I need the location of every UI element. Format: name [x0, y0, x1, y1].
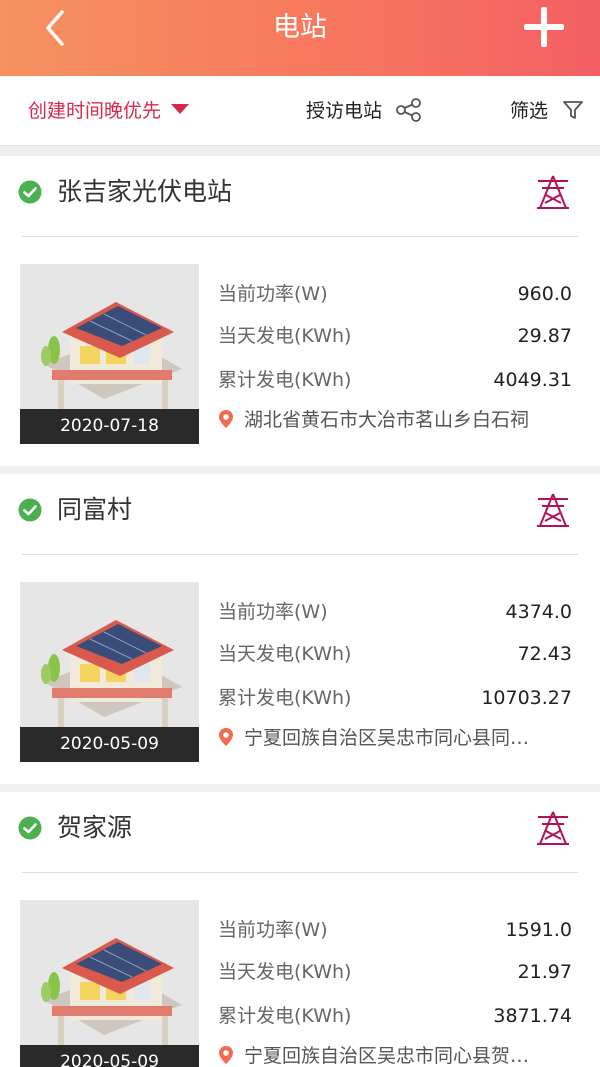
location-row: 湖北省黄石市大冶市茗山乡白石祠 — [218, 406, 578, 434]
location-pin-icon — [219, 410, 233, 428]
current-power-row: 当前功率(W) 4374.0 — [218, 598, 572, 626]
header-bar: 电站 — [0, 0, 600, 76]
today-energy-label: 当天发电(KWh) — [218, 325, 352, 347]
location-text: 湖北省黄石市大冶市茗山乡白石祠 — [244, 409, 530, 431]
today-energy-label: 当天发电(KWh) — [218, 961, 352, 983]
station-thumbnail: 2020-05-09 — [20, 582, 199, 762]
station-card[interactable]: 同富村 2020-05-09 当前功率(W) 4374.0 当天发电(KWh) 72… — [0, 474, 600, 784]
location-pin-icon — [219, 1046, 233, 1064]
divider — [22, 554, 578, 555]
total-energy-row: 累计发电(KWh) 3871.74 — [218, 1002, 572, 1030]
share-icon — [396, 98, 421, 122]
total-energy-row: 累计发电(KWh) 4049.31 — [218, 366, 572, 394]
current-power-row: 当前功率(W) 960.0 — [218, 280, 572, 308]
solar-house-image — [41, 302, 182, 410]
station-card[interactable]: 张吉家光伏电站 2020-07-18 当前功率(W) 960.0 当天发电(KWh… — [0, 156, 600, 466]
funnel-icon — [563, 101, 583, 119]
current-power-label: 当前功率(W) — [218, 601, 328, 623]
visit-stations-button[interactable]: 授访电站 — [306, 98, 422, 124]
sort-label: 创建时间晚优先 — [28, 100, 162, 122]
divider — [22, 872, 578, 873]
total-energy-value: 4049.31 — [493, 369, 572, 391]
today-energy-label: 当天发电(KWh) — [218, 643, 352, 665]
total-energy-row: 累计发电(KWh) 10703.27 — [218, 684, 572, 712]
visit-label: 授访电站 — [306, 100, 383, 122]
current-power-label: 当前功率(W) — [218, 283, 328, 305]
page-title: 电站 — [273, 12, 327, 43]
station-thumbnail: 2020-07-18 — [20, 264, 199, 444]
check-circle-icon — [18, 498, 42, 522]
location-text: 宁夏回族自治区吴忠市同心县同… — [244, 727, 530, 749]
total-energy-label: 累计发电(KWh) — [218, 369, 352, 391]
filter-label: 筛选 — [510, 100, 549, 122]
plus-icon — [524, 7, 564, 47]
station-name: 同富村 — [57, 495, 133, 524]
total-energy-value: 10703.27 — [481, 687, 572, 709]
today-energy-row: 当天发电(KWh) 72.43 — [218, 640, 572, 668]
filter-button[interactable]: 筛选 — [510, 98, 584, 124]
check-circle-icon — [18, 180, 42, 204]
divider — [22, 236, 578, 237]
check-circle-icon — [18, 816, 42, 840]
today-energy-row: 当天发电(KWh) 29.87 — [218, 322, 572, 350]
filter-bar: 创建时间晚优先 授访电站 筛选 — [0, 76, 600, 146]
today-energy-value: 21.97 — [517, 961, 572, 983]
station-thumbnail: 2020-05-09 — [20, 900, 199, 1067]
created-date: 2020-07-18 — [20, 409, 199, 444]
solar-house-image — [41, 620, 182, 728]
power-tower-icon[interactable] — [534, 491, 572, 529]
total-energy-label: 累计发电(KWh) — [218, 1005, 352, 1027]
location-row: 宁夏回族自治区吴忠市同心县贺… — [218, 1042, 578, 1067]
current-power-label: 当前功率(W) — [218, 919, 328, 941]
power-tower-icon[interactable] — [534, 173, 572, 211]
location-row: 宁夏回族自治区吴忠市同心县同… — [218, 724, 578, 752]
station-name: 贺家源 — [57, 813, 133, 842]
caret-down-icon — [171, 104, 190, 114]
location-text: 宁夏回族自治区吴忠市同心县贺… — [244, 1045, 530, 1067]
current-power-value: 4374.0 — [505, 601, 572, 623]
sort-dropdown[interactable]: 创建时间晚优先 — [28, 98, 190, 124]
solar-house-image — [41, 938, 182, 1046]
total-energy-value: 3871.74 — [493, 1005, 572, 1027]
station-name: 张吉家光伏电站 — [57, 177, 233, 206]
current-power-row: 当前功率(W) 1591.0 — [218, 916, 572, 944]
today-energy-row: 当天发电(KWh) 21.97 — [218, 958, 572, 986]
add-station-button[interactable] — [520, 5, 568, 49]
total-energy-label: 累计发电(KWh) — [218, 687, 352, 709]
location-pin-icon — [219, 728, 233, 746]
today-energy-value: 29.87 — [517, 325, 572, 347]
power-tower-icon[interactable] — [534, 809, 572, 847]
today-energy-value: 72.43 — [517, 643, 572, 665]
created-date: 2020-05-09 — [20, 727, 199, 762]
current-power-value: 1591.0 — [505, 919, 572, 941]
current-power-value: 960.0 — [517, 283, 572, 305]
station-card[interactable]: 贺家源 2020-05-09 当前功率(W) 1591.0 当天发电(KWh) 21… — [0, 792, 600, 1067]
created-date: 2020-05-09 — [20, 1045, 199, 1067]
